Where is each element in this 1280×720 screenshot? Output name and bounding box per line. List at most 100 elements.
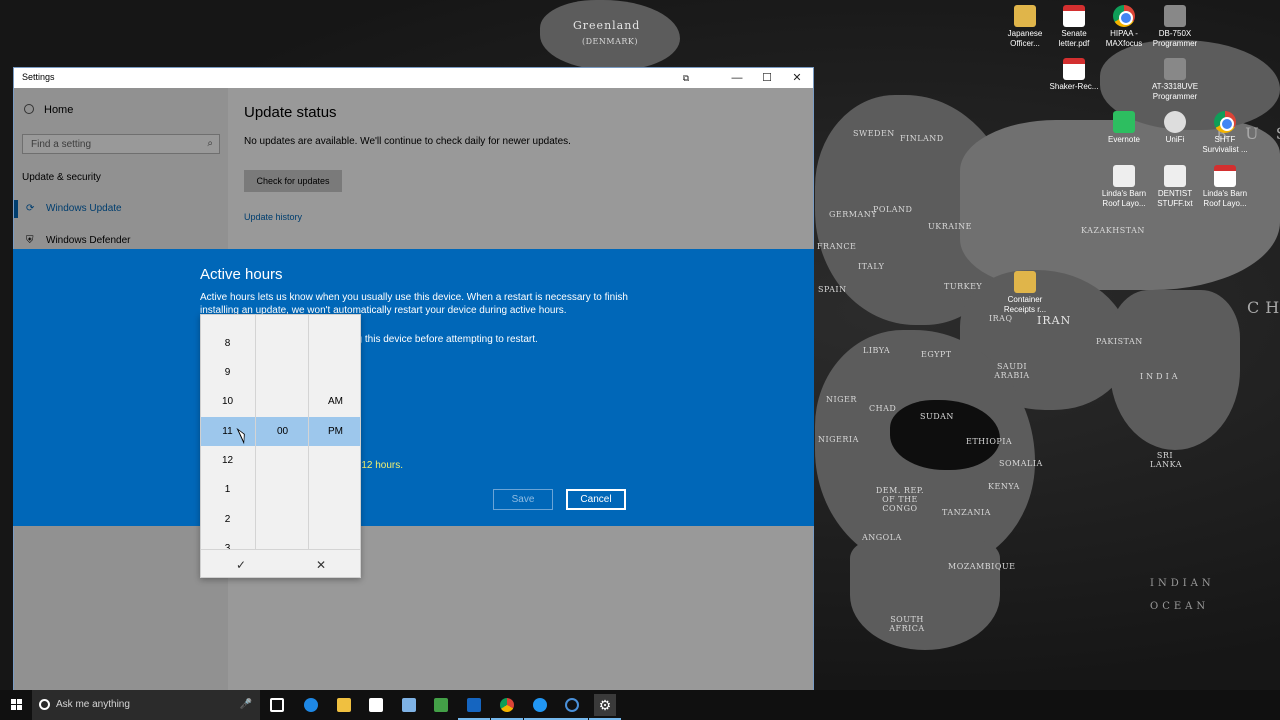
- hour-option[interactable]: 10: [201, 387, 254, 416]
- taskbar-app-file-explorer[interactable]: [333, 694, 355, 716]
- map-label: SUDAN: [920, 412, 954, 421]
- desktop-icon-label: SHTF Survivalist ...: [1202, 135, 1248, 154]
- task-view-button[interactable]: [266, 694, 288, 716]
- dismiss-button[interactable]: ✕: [281, 550, 360, 577]
- taskbar-app-sheets[interactable]: [430, 694, 452, 716]
- desktop-icon[interactable]: DB-750X Programmer: [1147, 5, 1203, 49]
- taskbar-app-settings[interactable]: ⚙: [589, 694, 621, 720]
- pdf-icon: [1063, 5, 1085, 27]
- accept-button[interactable]: ✓: [201, 550, 281, 577]
- map-label: ANGOLA: [862, 533, 902, 542]
- desktop-icon[interactable]: Senate letter.pdf: [1046, 5, 1102, 49]
- checkmark-icon: ✓: [235, 558, 247, 572]
- store-icon: [369, 698, 383, 712]
- cortana-search-box[interactable]: Ask me anything 🎤: [32, 690, 260, 720]
- file-icon: [1113, 165, 1135, 187]
- desktop-icon-label: UniFi: [1165, 135, 1185, 144]
- desktop-icon-label: Senate letter.pdf: [1058, 29, 1090, 48]
- desktop-icon[interactable]: HIPAA - MAXfocus: [1096, 5, 1152, 49]
- cancel-button[interactable]: Cancel: [566, 489, 626, 510]
- taskbar-app-store[interactable]: [365, 694, 387, 716]
- map-label: SOUTH AFRICA: [889, 615, 925, 633]
- taskbar-app-outlook[interactable]: [458, 694, 490, 720]
- map-label: Greenland: [573, 19, 641, 32]
- start-button[interactable]: [0, 690, 32, 720]
- hour-option[interactable]: 12: [201, 446, 254, 475]
- minute-option-selected[interactable]: 00: [256, 417, 308, 446]
- close-button[interactable]: ✕: [782, 68, 812, 88]
- unifi-icon: [1164, 111, 1186, 133]
- title-bar[interactable]: Settings ⧉ — ☐ ✕: [14, 68, 813, 88]
- minute-column[interactable]: 00: [255, 315, 308, 549]
- map-label: MOZAMBIQUE: [948, 562, 1016, 571]
- hour-option[interactable]: 1: [201, 475, 254, 504]
- map-label: INDIAN: [1150, 578, 1215, 589]
- desktop-icon-label: Linda's Barn Roof Layo...: [1202, 189, 1248, 208]
- landmass: [540, 0, 680, 70]
- desktop-icon[interactable]: Japanese Officer...: [997, 5, 1053, 49]
- period-option-selected[interactable]: PM: [309, 417, 360, 446]
- desktop-icon[interactable]: Linda's Barn Roof Layo...: [1197, 165, 1253, 209]
- microphone-icon[interactable]: 🎤: [240, 690, 252, 720]
- text-file-icon: [1164, 165, 1186, 187]
- spreadsheet-icon: [434, 698, 448, 712]
- map-label: IRAQ: [989, 314, 1013, 323]
- map-label: KENYA: [988, 482, 1020, 491]
- dialog-partial-text: ng this device before attempting to rest…: [351, 334, 538, 345]
- desktop-icon[interactable]: Shaker-Rec...: [1046, 58, 1102, 92]
- pdf-icon: [1063, 58, 1085, 80]
- landmass: [1110, 290, 1240, 450]
- period-option[interactable]: AM: [309, 387, 360, 416]
- folder-icon: [1014, 271, 1036, 293]
- active-hours-dialog: Active hours Active hours lets us know w…: [13, 249, 814, 526]
- desktop-icon[interactable]: Linda's Barn Roof Layo...: [1096, 165, 1152, 209]
- taskbar-app-teamviewer[interactable]: [524, 694, 556, 720]
- period-column[interactable]: AM PM: [308, 315, 360, 549]
- map-label: CH I: [1247, 298, 1280, 317]
- hour-column[interactable]: 8 9 10 11 12 1 2 3: [201, 315, 254, 549]
- desktop-icon[interactable]: Evernote: [1096, 111, 1152, 145]
- hour-option[interactable]: 2: [201, 505, 254, 534]
- hour-option[interactable]: 8: [201, 329, 254, 358]
- taskbar-app-cortana[interactable]: [556, 694, 588, 720]
- circle-app-icon: [565, 698, 579, 712]
- outlook-icon: [467, 698, 481, 712]
- taskbar-app-notepad[interactable]: [398, 694, 420, 716]
- hour-option[interactable]: 9: [201, 358, 254, 387]
- map-label: ITALY: [858, 262, 885, 271]
- map-label: SOMALIA: [999, 459, 1043, 468]
- landmass: [850, 540, 1000, 650]
- teamviewer-icon: [533, 698, 547, 712]
- close-icon: ✕: [315, 558, 327, 572]
- map-label: SAUDI ARABIA: [994, 362, 1030, 380]
- taskbar: Ask me anything 🎤 ⚙: [0, 690, 1280, 720]
- hour-option[interactable]: 3: [201, 534, 254, 549]
- map-label: LIBYA: [863, 346, 891, 355]
- snap-button[interactable]: ⧉: [671, 68, 701, 88]
- device-icon: [1164, 58, 1186, 80]
- map-label: IRAN: [1037, 314, 1072, 327]
- desktop-icon-label: AT-3318UVE Programmer: [1151, 82, 1199, 101]
- map-label: NIGERIA: [818, 435, 859, 444]
- map-label: ETHIOPIA: [966, 437, 1013, 446]
- map-label: INDIA: [1140, 372, 1181, 381]
- maximize-button[interactable]: ☐: [752, 68, 782, 88]
- save-button[interactable]: Save: [493, 489, 553, 510]
- picker-footer: ✓ ✕: [201, 549, 360, 577]
- gear-icon: ⚙: [598, 697, 612, 713]
- map-label: SWEDEN: [853, 129, 895, 138]
- desktop-icon[interactable]: AT-3318UVE Programmer: [1147, 58, 1203, 102]
- taskbar-app-edge[interactable]: [300, 694, 322, 716]
- minimize-button[interactable]: —: [722, 68, 752, 88]
- map-label: NIGER: [826, 395, 857, 404]
- evernote-icon: [1113, 111, 1135, 133]
- desktop-icon[interactable]: UniFi: [1147, 111, 1203, 145]
- taskbar-app-chrome[interactable]: [491, 694, 523, 720]
- desktop-icon[interactable]: SHTF Survivalist ...: [1197, 111, 1253, 155]
- desktop-icon[interactable]: DENTIST STUFF.txt: [1147, 165, 1203, 209]
- map-label: TANZANIA: [942, 508, 991, 517]
- desktop-icon[interactable]: Container Receipts r...: [997, 271, 1053, 315]
- desktop-icon-label: DENTIST STUFF.txt: [1157, 189, 1193, 208]
- cortana-icon: [39, 699, 50, 710]
- map-label: POLAND: [873, 205, 913, 214]
